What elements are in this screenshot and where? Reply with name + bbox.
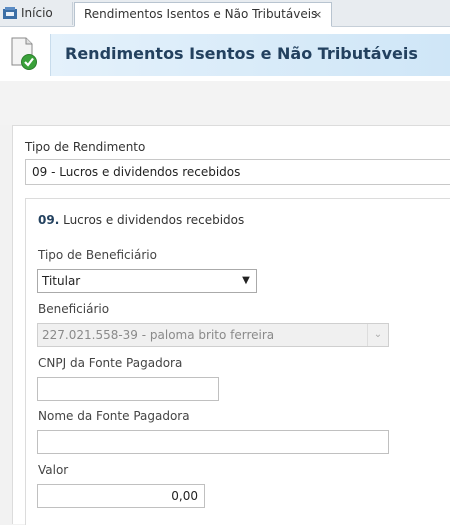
chevron-down-icon: ▼ [242,275,250,286]
cnpj-input[interactable] [37,377,219,401]
header-icon-box [0,27,49,81]
tipo-beneficiario-value: Titular [42,274,81,288]
section-title-text: Lucros e dividendos recebidos [63,213,245,227]
close-tab-icon[interactable]: × [313,3,322,26]
toolbar-spacer [0,81,450,125]
page-header: Rendimentos Isentos e Não Tributáveis [0,27,450,81]
tipo-beneficiario-label: Tipo de Beneficiário [38,248,157,262]
section-panel: 09. Lucros e dividendos recebidos Tipo d… [25,198,450,525]
tab-home-label: Início [21,6,53,20]
cnpj-label: CNPJ da Fonte Pagadora [38,356,183,370]
form-panel: Tipo de Rendimento 09 - Lucros e dividen… [12,125,450,525]
valor-input[interactable]: 0,00 [37,484,205,508]
section-title: 09. Lucros e dividendos recebidos [38,213,244,227]
valor-label: Valor [38,463,69,477]
nome-fonte-input[interactable] [37,430,389,454]
header-band: Rendimentos Isentos e Não Tributáveis [50,34,450,76]
nome-fonte-label: Nome da Fonte Pagadora [38,409,190,423]
tipo-beneficiario-select[interactable]: Titular ▼ [37,269,257,293]
tab-home[interactable]: Início [0,2,73,25]
tipo-rendimento-field[interactable]: 09 - Lucros e dividendos recebidos [25,159,450,185]
tab-bar: Início Rendimentos Isentos e Não Tributá… [0,0,450,27]
tipo-rendimento-label: Tipo de Rendimento [25,140,146,154]
beneficiario-value: 227.021.558-39 - paloma brito ferreira [42,328,275,342]
page-title: Rendimentos Isentos e Não Tributáveis [65,44,418,63]
home-icon [3,7,17,19]
document-check-icon [11,37,37,70]
tab-rendimentos-isentos[interactable]: Rendimentos Isentos e Não Tributáveis × [74,2,332,27]
beneficiario-select: 227.021.558-39 - paloma brito ferreira ⌄ [37,323,389,347]
tab-rendimentos-label: Rendimentos Isentos e Não Tributáveis [84,7,318,21]
chevron-down-icon: ⌄ [367,324,388,346]
section-number: 09. [38,213,60,227]
beneficiario-label: Beneficiário [38,302,110,316]
